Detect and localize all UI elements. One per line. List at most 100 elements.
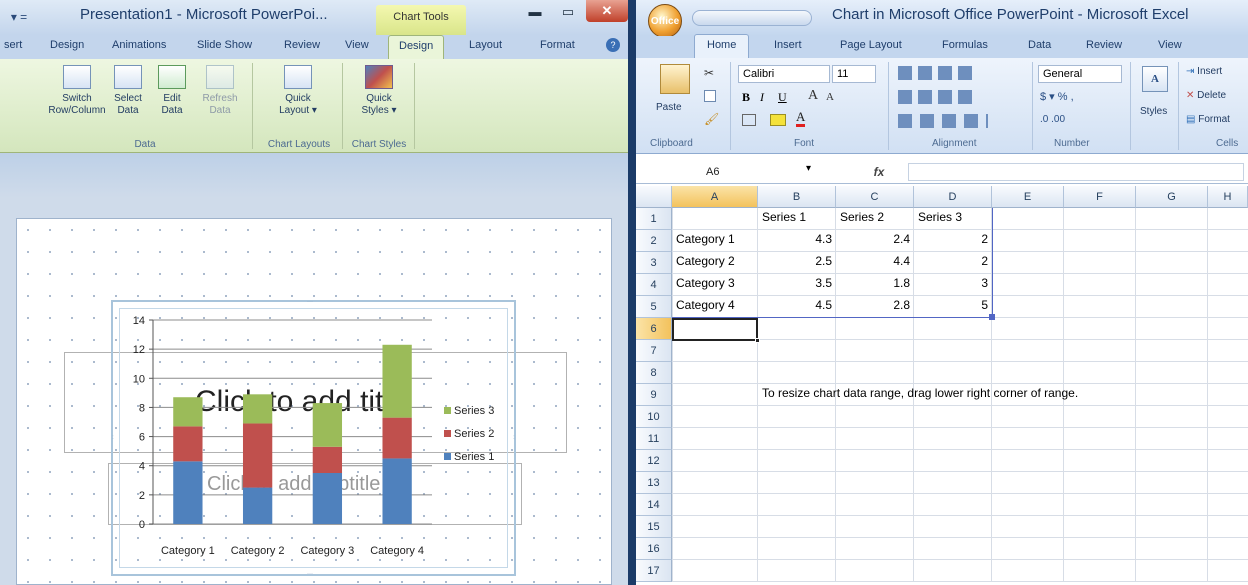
- bar-segment[interactable]: [242, 487, 273, 524]
- stacked-column-chart[interactable]: 0 2 4 6 8 10 12 14 Category 1 Category 2 Category …: [0, 0, 628, 585]
- number-format-select[interactable]: General: [1038, 65, 1122, 83]
- bar-segment[interactable]: [173, 426, 203, 462]
- name-box[interactable]: A6: [644, 163, 804, 181]
- tab-view[interactable]: View: [1158, 39, 1182, 51]
- group-divider: [888, 62, 889, 150]
- bar-segment[interactable]: [312, 473, 343, 524]
- active-cell-a6[interactable]: [672, 318, 758, 341]
- row-header[interactable]: 14: [636, 494, 672, 516]
- row-header[interactable]: 16: [636, 538, 672, 560]
- bar-segment[interactable]: [312, 446, 343, 473]
- gridline: [1207, 208, 1208, 582]
- group-label-alignment: Alignment: [932, 138, 977, 149]
- cut-icon[interactable]: ✂: [704, 66, 714, 80]
- quick-access-toolbar[interactable]: [692, 10, 812, 26]
- tab-page-layout[interactable]: Page Layout: [840, 39, 902, 51]
- formula-bar: A6 ▾ fx: [636, 160, 1248, 184]
- bar-segment[interactable]: [173, 397, 203, 427]
- row-header[interactable]: 11: [636, 428, 672, 450]
- column-header-e[interactable]: E: [992, 186, 1064, 208]
- paste-icon[interactable]: [660, 64, 690, 94]
- y-tick-label: 4: [139, 461, 145, 473]
- row-header[interactable]: 12: [636, 450, 672, 472]
- office-button-icon[interactable]: Office: [648, 4, 682, 38]
- row-header[interactable]: 8: [636, 362, 672, 384]
- grow-font-button[interactable]: A: [808, 88, 818, 104]
- column-header-b[interactable]: B: [758, 186, 836, 208]
- excel-window: Office Chart in Microsoft Office PowerPo…: [636, 0, 1248, 585]
- shrink-font-button[interactable]: A: [826, 91, 834, 103]
- legend-label: Series 1: [454, 451, 494, 463]
- column-header-h[interactable]: H: [1208, 186, 1248, 208]
- bar-segment[interactable]: [173, 461, 203, 524]
- decimal-buttons[interactable]: .0 .00: [1040, 114, 1065, 125]
- group-divider: [1178, 62, 1179, 150]
- borders-icon[interactable]: [742, 114, 756, 126]
- legend-swatch: [444, 430, 451, 437]
- x-tick-label: Category 1: [161, 545, 215, 557]
- row-header[interactable]: 1: [636, 208, 672, 230]
- bar-segment[interactable]: [312, 403, 343, 447]
- excel-ribbon-tabs: Home Insert Page Layout Formulas Data Re…: [636, 34, 1248, 58]
- range-resize-handle[interactable]: [989, 314, 995, 320]
- bar-segment[interactable]: [382, 344, 412, 418]
- button-label: Delete: [1197, 90, 1227, 101]
- bar-segment[interactable]: [382, 458, 412, 524]
- row-header[interactable]: 4: [636, 274, 672, 296]
- indent-orientation-buttons[interactable]: [898, 114, 988, 128]
- fill-handle[interactable]: [755, 338, 760, 343]
- tab-data[interactable]: Data: [1028, 39, 1051, 51]
- column-header-c[interactable]: C: [836, 186, 914, 208]
- styles-button[interactable]: Styles: [1140, 106, 1167, 117]
- delete-icon: ✕: [1186, 90, 1198, 101]
- italic-button[interactable]: I: [760, 90, 764, 105]
- delete-cells-button[interactable]: ✕ Delete: [1186, 90, 1226, 101]
- vertical-align-buttons[interactable]: [898, 66, 978, 80]
- styles-icon[interactable]: A: [1142, 66, 1168, 92]
- column-header-d[interactable]: D: [914, 186, 992, 208]
- horizontal-align-buttons[interactable]: [898, 90, 978, 104]
- bar-segment[interactable]: [242, 394, 273, 424]
- tab-review[interactable]: Review: [1086, 39, 1122, 51]
- bar-segment[interactable]: [242, 423, 273, 488]
- column-header-a[interactable]: A: [672, 186, 758, 208]
- column-header-f[interactable]: F: [1064, 186, 1136, 208]
- column-header-g[interactable]: G: [1136, 186, 1208, 208]
- bar-segment[interactable]: [382, 417, 412, 459]
- name-box-dropdown-icon[interactable]: ▾: [806, 163, 811, 174]
- row-header[interactable]: 9: [636, 384, 672, 406]
- row-header[interactable]: 3: [636, 252, 672, 274]
- cell-b8-note[interactable]: To resize chart data range, drag lower r…: [762, 386, 1078, 400]
- underline-button[interactable]: U: [778, 90, 787, 105]
- tab-insert[interactable]: Insert: [774, 39, 802, 51]
- cell-area[interactable]: Series 1 Series 2 Series 3 Category 1 4.…: [672, 208, 1248, 582]
- row-header[interactable]: 17: [636, 560, 672, 582]
- insert-function-icon[interactable]: fx: [864, 163, 894, 181]
- copy-icon[interactable]: [704, 90, 716, 102]
- y-tick-label: 8: [139, 402, 145, 414]
- row-header[interactable]: 10: [636, 406, 672, 428]
- formula-input[interactable]: [908, 163, 1244, 181]
- font-color-icon[interactable]: A: [796, 110, 806, 127]
- fill-color-icon[interactable]: [770, 114, 786, 126]
- y-tick-label: 14: [133, 315, 145, 327]
- row-header[interactable]: 7: [636, 340, 672, 362]
- select-all-corner[interactable]: [636, 186, 672, 208]
- paste-button[interactable]: Paste: [656, 102, 682, 113]
- bold-button[interactable]: B: [742, 90, 750, 105]
- row-header[interactable]: 6: [636, 318, 672, 340]
- accounting-format-icon[interactable]: $ ▾ % ,: [1040, 90, 1074, 103]
- group-label-font: Font: [794, 138, 815, 149]
- row-header[interactable]: 15: [636, 516, 672, 538]
- insert-cells-button[interactable]: ⇥ Insert: [1186, 66, 1222, 77]
- tab-formulas[interactable]: Formulas: [942, 39, 988, 51]
- row-header[interactable]: 13: [636, 472, 672, 494]
- chart-data-range-border[interactable]: [672, 208, 993, 318]
- format-painter-icon[interactable]: 🖌: [704, 112, 719, 126]
- tab-home[interactable]: Home: [694, 34, 750, 58]
- row-header[interactable]: 5: [636, 296, 672, 318]
- font-size-select[interactable]: 11: [832, 65, 876, 83]
- format-cells-button[interactable]: ▤ Format: [1186, 114, 1230, 125]
- row-header[interactable]: 2: [636, 230, 672, 252]
- font-name-select[interactable]: Calibri: [738, 65, 830, 83]
